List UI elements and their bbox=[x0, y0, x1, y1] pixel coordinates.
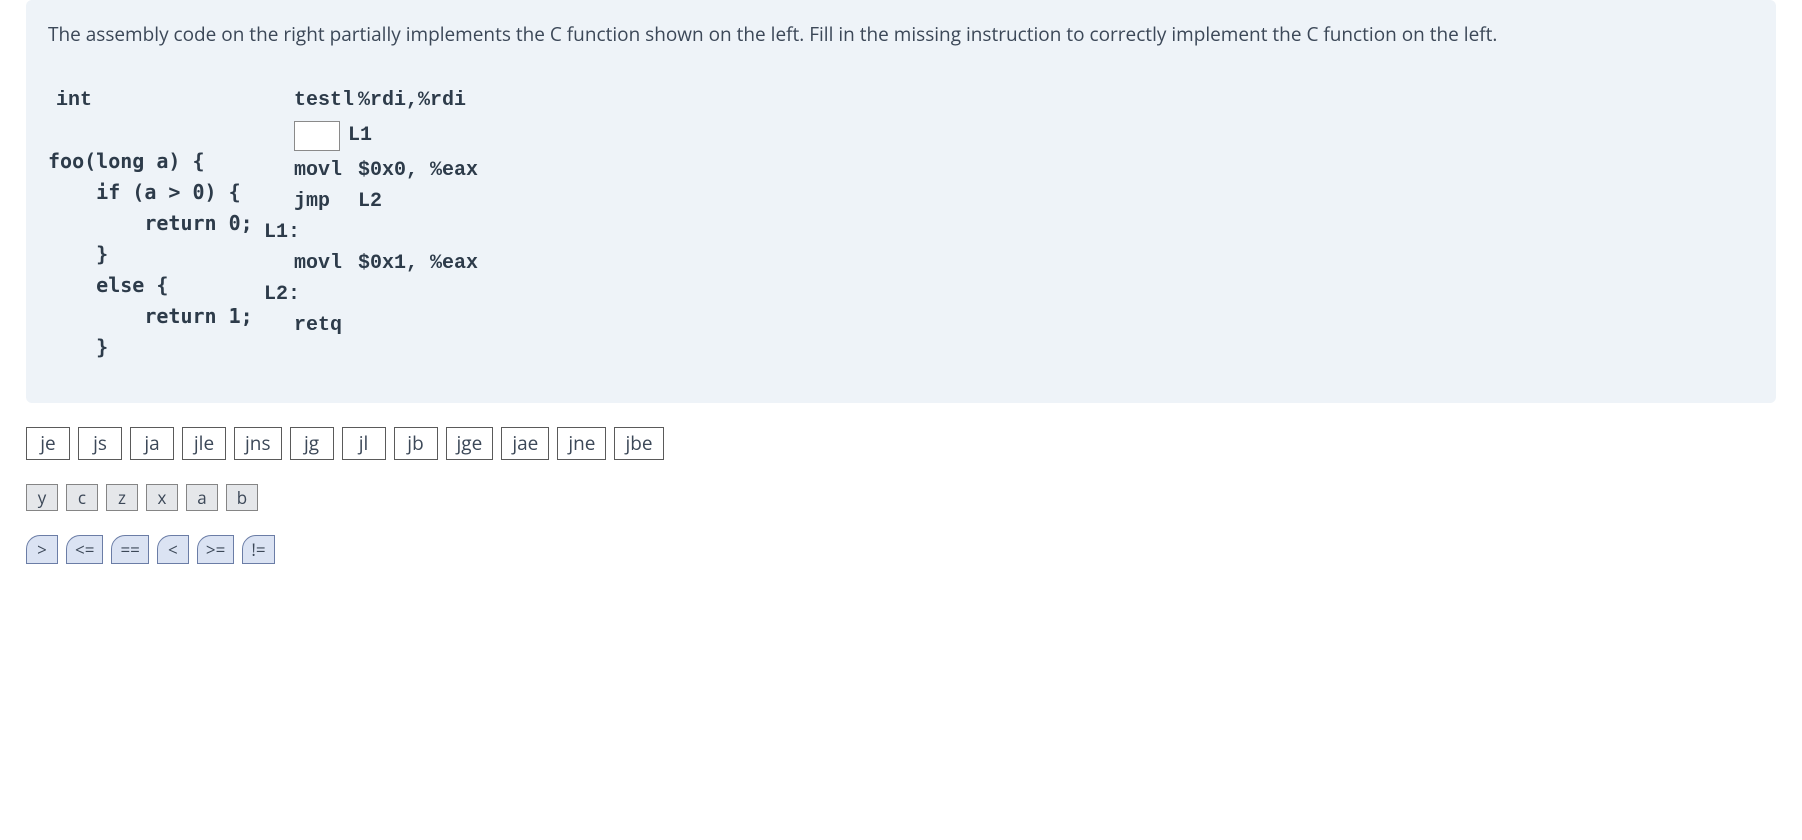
asm-op: movl bbox=[264, 248, 358, 279]
c-code-line: else { bbox=[48, 270, 264, 301]
var-token-row: y c z x a b bbox=[26, 484, 1776, 511]
token-eq[interactable]: == bbox=[111, 535, 148, 564]
token-c[interactable]: c bbox=[66, 484, 98, 511]
asm-op: testl bbox=[264, 85, 358, 116]
asm-line: testl%rdi,%rdi bbox=[264, 85, 478, 116]
token-a[interactable]: a bbox=[186, 484, 218, 511]
asm-args: L2 bbox=[358, 186, 382, 217]
asm-op: retq bbox=[264, 310, 358, 341]
asm-op: movl bbox=[264, 155, 358, 186]
c-code-line: return 0; bbox=[48, 208, 264, 239]
answer-blank[interactable] bbox=[294, 121, 340, 151]
asm-line: retq bbox=[264, 310, 478, 341]
asm-args: $0x0, %eax bbox=[358, 155, 478, 186]
asm-blank-target: L1 bbox=[348, 120, 372, 151]
token-x[interactable]: x bbox=[146, 484, 178, 511]
token-jle[interactable]: jle bbox=[182, 427, 226, 460]
token-jl[interactable]: jl bbox=[342, 427, 386, 460]
token-jg[interactable]: jg bbox=[290, 427, 334, 460]
token-ne[interactable]: != bbox=[242, 535, 274, 564]
token-palette: je js ja jle jns jg jl jb jge jae jne jb… bbox=[26, 427, 1776, 564]
asm-code-column: testl%rdi,%rdi L1 movl$0x0, %eax jmpL2 L… bbox=[264, 85, 478, 363]
token-js[interactable]: js bbox=[78, 427, 122, 460]
asm-label-text: L2: bbox=[264, 279, 300, 310]
c-code-line: } bbox=[48, 332, 264, 363]
asm-line: jmpL2 bbox=[264, 186, 478, 217]
asm-label: L1: bbox=[264, 217, 478, 248]
asm-blank-line: L1 bbox=[264, 116, 478, 155]
asm-op: jmp bbox=[264, 186, 358, 217]
token-jb[interactable]: jb bbox=[394, 427, 438, 460]
c-code-line: foo(long a) { bbox=[48, 146, 264, 177]
question-panel: The assembly code on the right partially… bbox=[26, 0, 1776, 403]
jump-token-row: je js ja jle jns jg jl jb jge jae jne jb… bbox=[26, 427, 1776, 460]
token-jge[interactable]: jge bbox=[446, 427, 494, 460]
asm-line: movl$0x1, %eax bbox=[264, 248, 478, 279]
token-jne[interactable]: jne bbox=[557, 427, 606, 460]
token-le[interactable]: <= bbox=[66, 535, 103, 564]
token-jae[interactable]: jae bbox=[501, 427, 549, 460]
c-code-column: int foo(long a) { if (a > 0) { return 0;… bbox=[48, 85, 264, 363]
asm-args: %rdi,%rdi bbox=[358, 85, 466, 116]
token-jbe[interactable]: jbe bbox=[614, 427, 663, 460]
token-y[interactable]: y bbox=[26, 484, 58, 511]
c-return-type: int bbox=[56, 85, 264, 116]
asm-label: L2: bbox=[264, 279, 478, 310]
token-z[interactable]: z bbox=[106, 484, 138, 511]
code-area: int foo(long a) { if (a > 0) { return 0;… bbox=[48, 75, 1754, 363]
asm-args: $0x1, %eax bbox=[358, 248, 478, 279]
token-ja[interactable]: ja bbox=[130, 427, 174, 460]
asm-line: movl$0x0, %eax bbox=[264, 155, 478, 186]
token-b[interactable]: b bbox=[226, 484, 258, 511]
token-jns[interactable]: jns bbox=[234, 427, 282, 460]
op-token-row: > <= == < >= != bbox=[26, 535, 1776, 564]
c-code-line: return 1; bbox=[48, 301, 264, 332]
question-text: The assembly code on the right partially… bbox=[48, 20, 1754, 49]
token-ge[interactable]: >= bbox=[197, 535, 234, 564]
asm-label-text: L1: bbox=[264, 217, 300, 248]
token-je[interactable]: je bbox=[26, 427, 70, 460]
token-lt[interactable]: < bbox=[157, 535, 189, 564]
token-gt[interactable]: > bbox=[26, 535, 58, 564]
c-code-line: if (a > 0) { bbox=[48, 177, 264, 208]
c-code-line: } bbox=[48, 239, 264, 270]
